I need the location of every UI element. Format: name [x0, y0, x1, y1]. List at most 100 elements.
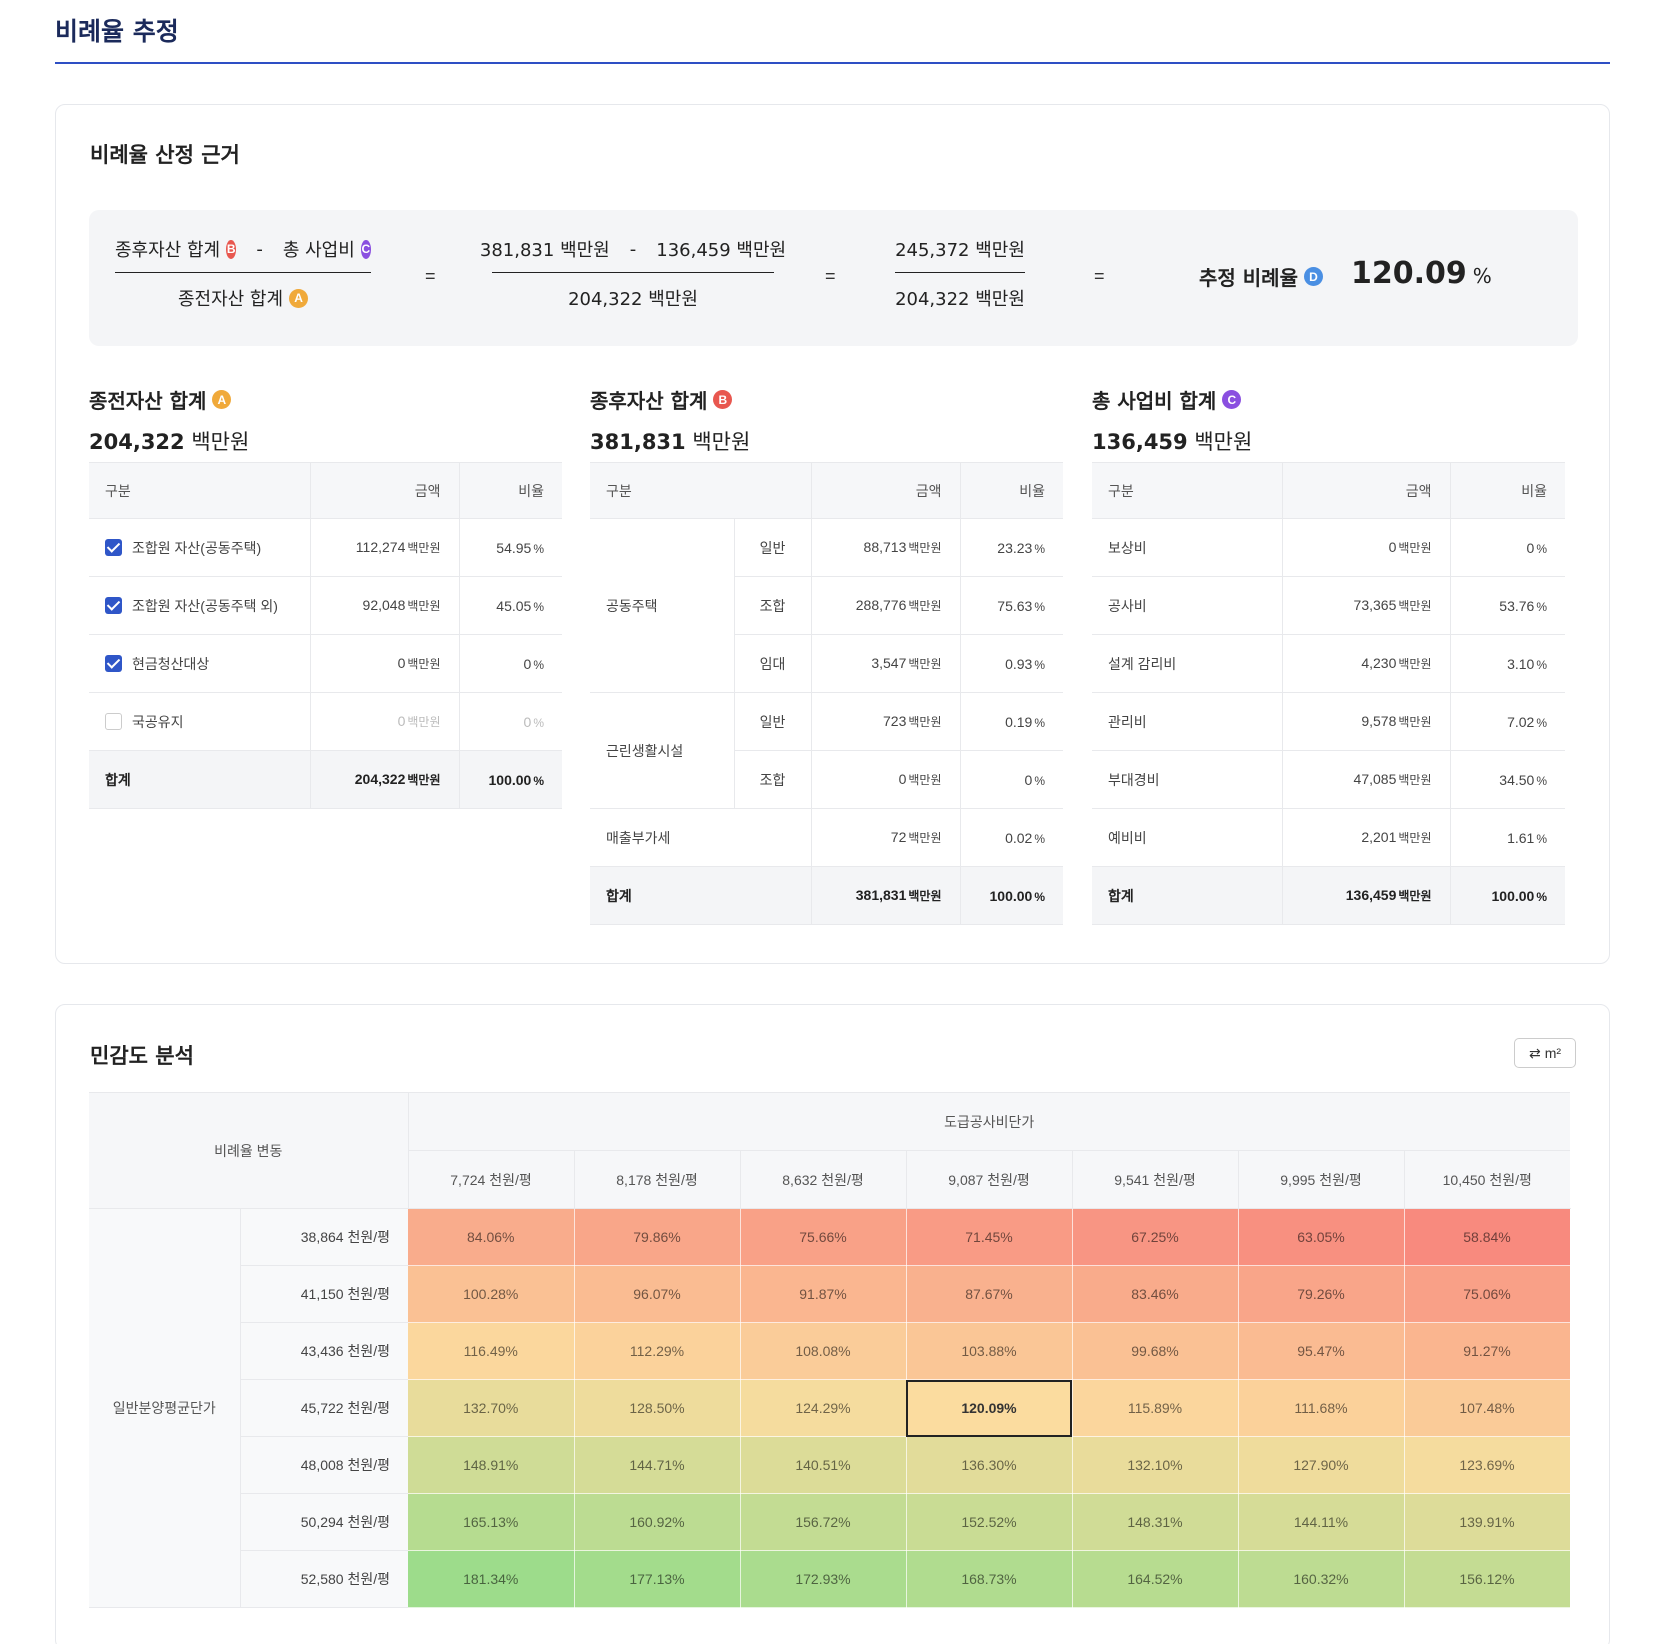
category-cell: 조합원 자산(공동주택 외)	[89, 576, 310, 635]
category-label: 조합원 자산(공동주택 외)	[132, 597, 278, 614]
sensitivity-cell[interactable]: 123.69%	[1404, 1436, 1571, 1494]
amount-cell: 92,048 백만원	[309, 576, 459, 635]
sensitivity-cell[interactable]: 107.48%	[1404, 1379, 1571, 1437]
sensitivity-cell[interactable]: 144.11%	[1238, 1493, 1405, 1551]
sensitivity-cell[interactable]: 79.26%	[1238, 1265, 1405, 1323]
equals-sign: =	[1094, 266, 1105, 286]
sensitivity-cell[interactable]: 116.49%	[408, 1322, 575, 1380]
sensitivity-card: 민감도 분석 ⇄ m² 비례율 변동 도급공사비단가 7,724 천원/평 8,1…	[55, 1004, 1610, 1644]
ratio-cell: 0.19%	[959, 692, 1063, 751]
sensitivity-cell[interactable]: 144.71%	[574, 1436, 741, 1494]
sensitivity-cell[interactable]: 58.84%	[1404, 1208, 1571, 1266]
sensitivity-cell[interactable]: 112.29%	[574, 1322, 741, 1380]
sensitivity-cell[interactable]: 128.50%	[574, 1379, 741, 1437]
checkbox[interactable]	[105, 597, 122, 615]
sensitivity-col-header: 10,450 천원/평	[1403, 1150, 1570, 1209]
ratio-value: 53.76	[1499, 597, 1535, 614]
col-header-ratio: 비율	[1449, 462, 1565, 519]
sensitivity-cell[interactable]: 148.31%	[1072, 1493, 1239, 1551]
checkbox[interactable]	[105, 655, 122, 673]
sensitivity-cell[interactable]: 136.30%	[906, 1436, 1073, 1494]
sensitivity-cell[interactable]: 140.51%	[740, 1436, 907, 1494]
formula-num-right: 총 사업비	[282, 240, 355, 261]
sensitivity-cell[interactable]: 139.91%	[1404, 1493, 1571, 1551]
amount-unit: 백만원	[407, 599, 441, 613]
sensitivity-cell[interactable]: 91.27%	[1404, 1322, 1571, 1380]
sensitivity-cell[interactable]: 96.07%	[574, 1265, 741, 1323]
sensitivity-cell-selected[interactable]: 120.09%	[906, 1379, 1073, 1437]
sensitivity-cell[interactable]: 103.88%	[906, 1322, 1073, 1380]
sensitivity-cell[interactable]: 172.93%	[740, 1550, 907, 1608]
sensitivity-cell[interactable]: 87.67%	[906, 1265, 1073, 1323]
sensitivity-cell[interactable]: 164.52%	[1072, 1550, 1239, 1608]
sensitivity-cell[interactable]: 83.46%	[1072, 1265, 1239, 1323]
formula-minus: -	[629, 238, 637, 260]
ratio-unit: %	[1536, 889, 1547, 904]
sensitivity-cell[interactable]: 115.89%	[1072, 1379, 1239, 1437]
sensitivity-cell[interactable]: 156.12%	[1404, 1550, 1571, 1608]
sensitivity-cell[interactable]: 148.91%	[408, 1436, 575, 1494]
sensitivity-cell[interactable]: 111.68%	[1238, 1379, 1405, 1437]
ratio-unit: %	[1536, 657, 1547, 672]
sensitivity-col-group-label: 도급공사비단가	[408, 1092, 1570, 1151]
sensitivity-cell[interactable]: 160.92%	[574, 1493, 741, 1551]
ratio-value: 0.19	[1005, 713, 1033, 730]
ratio-unit: %	[1536, 715, 1547, 730]
amount-unit: 백만원	[908, 657, 942, 671]
ratio-unit: %	[1034, 657, 1045, 672]
sensitivity-cell[interactable]: 168.73%	[906, 1550, 1073, 1608]
ratio-value: 45.05	[496, 597, 532, 614]
unit-toggle-button[interactable]: ⇄ m²	[1514, 1038, 1576, 1068]
sensitivity-cell[interactable]: 132.70%	[408, 1379, 575, 1437]
sensitivity-col-header: 7,724 천원/평	[407, 1150, 574, 1209]
result-label: 추정 비례율 D	[1199, 262, 1323, 291]
sub-category: 조합	[733, 576, 811, 635]
table-row: 국공유지 0 백만원 0%	[89, 692, 562, 751]
sensitivity-cell[interactable]: 132.10%	[1072, 1436, 1239, 1494]
checkbox[interactable]	[105, 539, 122, 557]
sensitivity-row: 52,580 천원/평 181.34% 177.13% 172.93% 168.73% 1…	[89, 1550, 1571, 1608]
amount-cell: 288,776 백만원	[810, 576, 960, 635]
table-row: 공사비 73,365 백만원 53.76%	[1092, 576, 1565, 635]
sensitivity-cell[interactable]: 100.28%	[408, 1265, 575, 1323]
amount-value: 288,776	[855, 597, 907, 613]
checkbox[interactable]	[105, 713, 122, 731]
section-b-title: 종후자산 합계 B	[590, 385, 733, 414]
table-prior-assets: 구분 금액 비율 조합원 자산(공동주택) 112,274 백만원 54.95% 조합원…	[89, 462, 562, 809]
sensitivity-cell[interactable]: 67.25%	[1072, 1208, 1239, 1266]
sensitivity-cell[interactable]: 108.08%	[740, 1322, 907, 1380]
sensitivity-cell[interactable]: 160.32%	[1238, 1550, 1405, 1608]
sensitivity-cell[interactable]: 71.45%	[906, 1208, 1073, 1266]
sensitivity-row-header: 45,722 천원/평	[239, 1379, 408, 1437]
sensitivity-cell[interactable]: 152.52%	[906, 1493, 1073, 1551]
badge-c-icon: C	[360, 239, 371, 259]
sensitivity-cell[interactable]: 75.66%	[740, 1208, 907, 1266]
sensitivity-cell[interactable]: 91.87%	[740, 1265, 907, 1323]
sensitivity-cell[interactable]: 75.06%	[1404, 1265, 1571, 1323]
amount-value: 0	[1388, 539, 1397, 555]
sensitivity-cell[interactable]: 127.90%	[1238, 1436, 1405, 1494]
sensitivity-cell[interactable]: 124.29%	[740, 1379, 907, 1437]
amount-cell: 73,365 백만원	[1281, 576, 1450, 635]
amount-value: 0	[397, 713, 406, 729]
section-c-title: 총 사업비 합계 C	[1092, 385, 1242, 414]
amount-cell: 9,578 백만원	[1281, 692, 1450, 751]
sensitivity-cell[interactable]: 79.86%	[574, 1208, 741, 1266]
formula-box: 종후자산 합계 B - 총 사업비 C 종전자산 합계 A = 381,831 …	[89, 210, 1578, 346]
amount-cell: 381,831 백만원	[810, 866, 960, 925]
sensitivity-cell[interactable]: 95.47%	[1238, 1322, 1405, 1380]
col-header-category: 구분	[89, 462, 310, 519]
col-header-ratio: 비율	[458, 462, 562, 519]
sensitivity-cell[interactable]: 84.06%	[408, 1208, 575, 1266]
sensitivity-cell[interactable]: 99.68%	[1072, 1322, 1239, 1380]
sensitivity-cell[interactable]: 165.13%	[408, 1493, 575, 1551]
sensitivity-row-header: 41,150 천원/평	[239, 1265, 408, 1323]
badge-b-icon: B	[713, 390, 733, 409]
amount-value: 136,459	[1345, 887, 1397, 903]
ratio-cell: 100.00%	[458, 750, 562, 809]
sensitivity-cell[interactable]: 63.05%	[1238, 1208, 1405, 1266]
sensitivity-cell[interactable]: 156.72%	[740, 1493, 907, 1551]
amount-value: 9,578	[1361, 713, 1397, 729]
sensitivity-cell[interactable]: 177.13%	[574, 1550, 741, 1608]
sensitivity-cell[interactable]: 181.34%	[408, 1550, 575, 1608]
